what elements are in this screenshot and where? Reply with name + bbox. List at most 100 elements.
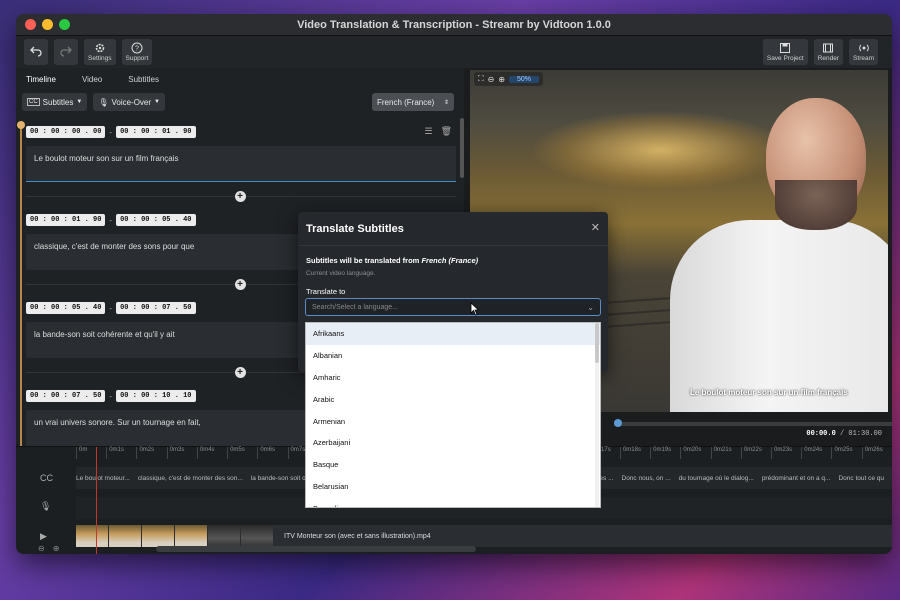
toolbar-right: Save Project Render Stream	[762, 39, 884, 65]
segment-start-time[interactable]: 00 : 00 : 07 . 50	[26, 390, 106, 402]
language-option[interactable]: Armenian	[306, 410, 600, 432]
video-clip-name: ITV Monteur son (avec et sans illustrati…	[284, 532, 431, 540]
film-icon	[823, 43, 834, 53]
segment-actions: ☰ 🗑	[424, 126, 452, 137]
language-option[interactable]: Albanian	[306, 345, 600, 367]
caret-down-icon: ▼	[76, 99, 83, 105]
fit-screen-icon[interactable]: ⛶	[478, 74, 484, 84]
subtitles-dropdown[interactable]: CC Subtitles ▼	[22, 93, 88, 111]
settings-label: Settings	[88, 55, 112, 62]
tab-video[interactable]: Video	[82, 75, 102, 84]
ruler-tick: 0m23s	[771, 447, 801, 459]
help-icon: ?	[131, 42, 143, 54]
language-options-list: Afrikaans Albanian Amharic Arabic Armenian Az…	[305, 322, 601, 508]
segment-text[interactable]: Le boulot moteur son sur un film françai…	[26, 146, 456, 182]
redo-button[interactable]	[54, 39, 78, 65]
language-option[interactable]: Basque	[306, 454, 600, 476]
gear-icon	[95, 43, 105, 53]
segment-end-time[interactable]: 00 : 00 : 01 . 90	[116, 126, 196, 138]
timeline-zoom: ⊖ ⊕	[38, 544, 59, 553]
time-separator: -	[109, 127, 113, 137]
language-search-input[interactable]: Search/Select a language... ⌄	[305, 298, 601, 316]
ruler-tick: 0m6s	[257, 447, 287, 459]
tab-timeline[interactable]: Timeline	[26, 75, 56, 84]
redo-icon	[60, 46, 72, 57]
save-project-button[interactable]: Save Project	[762, 39, 808, 65]
language-option[interactable]: Amharic	[306, 367, 600, 389]
chevron-down-icon[interactable]: ⌄	[587, 303, 594, 312]
render-button[interactable]: Render	[813, 39, 844, 65]
caret-down-icon: ▼	[154, 99, 160, 105]
subtitle-clip[interactable]: Le boulot moteur...	[76, 475, 130, 482]
segment-start-time[interactable]: 00 : 00 : 01 . 90	[26, 214, 106, 226]
ruler-tick: 0m5s	[227, 447, 257, 459]
zoom-in-icon[interactable]: ⊕	[498, 75, 505, 84]
subtitle-clip[interactable]: classique, c'est de monter des son...	[138, 475, 243, 482]
language-option[interactable]: Azerbaijani	[306, 432, 600, 454]
timeline-playhead[interactable]	[96, 447, 97, 554]
total-time: / 01:30.00	[839, 430, 882, 438]
timeline-scrollbar[interactable]	[156, 546, 476, 552]
add-segment-icon[interactable]: +	[234, 190, 246, 202]
time-separator: -	[109, 303, 113, 313]
subtitle-clip[interactable]: Donc tout ce qu	[838, 475, 884, 482]
segment-start-time[interactable]: 00 : 00 : 00 . 00	[26, 126, 106, 138]
language-select[interactable]: French (France) ⇕	[372, 93, 454, 111]
toolbar: Settings ? Support Save Project Render S…	[16, 36, 892, 68]
language-option[interactable]: Belarusian	[306, 476, 600, 498]
scrubber-knob[interactable]	[614, 419, 622, 427]
tab-subtitles[interactable]: Subtitles	[128, 75, 159, 84]
language-option[interactable]: Bengali	[306, 497, 600, 507]
language-option[interactable]: Afrikaans	[306, 323, 600, 345]
preview-scrubber[interactable]	[614, 419, 892, 427]
subtitle-toolbar: CC Subtitles ▼ 🎙 Voice-Over ▼ French (Fr…	[16, 90, 464, 114]
video-track[interactable]: ITV Monteur son (avec et sans illustrati…	[76, 525, 892, 547]
zoom-level[interactable]: 50%	[509, 75, 540, 83]
trash-icon[interactable]: 🗑	[441, 126, 452, 137]
translate-to-label: Translate to	[306, 287, 346, 296]
title-bar: Video Translation & Transcription - Stre…	[16, 14, 892, 36]
segment-end-time[interactable]: 00 : 00 : 05 . 40	[116, 214, 196, 226]
voiceover-dropdown-label: Voice-Over	[111, 97, 152, 107]
ruler-tick: 0m19s	[650, 447, 680, 459]
stream-icon	[858, 44, 869, 52]
video-thumbnail	[208, 525, 240, 547]
subtitle-clip[interactable]: Donc nous, on ...	[622, 475, 671, 482]
segment-start-time[interactable]: 00 : 00 : 05 . 40	[26, 302, 106, 314]
track-headers: CC 🎙 ▶	[16, 461, 76, 551]
zoom-in-icon[interactable]: ⊕	[53, 544, 60, 553]
cc-icon: CC	[27, 98, 40, 106]
add-segment: +	[16, 190, 464, 202]
ruler-tick: 0m1s	[106, 447, 136, 459]
settings-button[interactable]: Settings	[84, 39, 116, 65]
undo-button[interactable]	[24, 39, 48, 65]
ruler-tick: 0m	[76, 447, 106, 459]
add-segment-icon[interactable]: +	[234, 278, 246, 290]
video-camera-icon: ▶	[40, 531, 47, 541]
ruler-tick: 0m18s	[619, 447, 650, 459]
svg-text:?: ?	[135, 46, 139, 53]
video-thumbnail	[76, 525, 108, 547]
zoom-controls: ⛶ ⊖ ⊕ 50%	[474, 72, 544, 86]
subtitle-clip[interactable]: la bande-son soit c...	[251, 475, 311, 482]
language-option[interactable]: Arabic	[306, 388, 600, 410]
person-body	[670, 220, 888, 412]
add-segment-icon[interactable]: +	[234, 366, 246, 378]
save-project-label: Save Project	[766, 55, 804, 62]
zoom-out-icon[interactable]: ⊖	[38, 544, 45, 553]
adjust-icon[interactable]: ☰	[424, 126, 432, 137]
segment-end-time[interactable]: 00 : 00 : 10 . 10	[116, 390, 196, 402]
subtitle-clip[interactable]: du tournage où le dialog...	[679, 475, 754, 482]
voiceover-dropdown[interactable]: 🎙 Voice-Over ▼	[93, 93, 165, 111]
language-list-scrollbar[interactable]	[595, 323, 599, 507]
segment-end-time[interactable]: 00 : 00 : 07 . 50	[116, 302, 196, 314]
ruler-tick: 0m26s	[861, 447, 892, 459]
close-icon[interactable]: ✕	[591, 221, 600, 234]
translate-from-text: Subtitles will be translated from French…	[306, 256, 478, 265]
video-thumbnail	[175, 525, 207, 547]
segment-times: 00 : 00 : 07 . 50 - 00 : 00 : 10 . 10	[26, 390, 196, 402]
zoom-out-icon[interactable]: ⊖	[488, 75, 495, 84]
support-button[interactable]: ? Support	[121, 39, 153, 65]
stream-button[interactable]: Stream	[849, 39, 878, 65]
subtitle-clip[interactable]: prédominant et on a q...	[762, 475, 831, 482]
